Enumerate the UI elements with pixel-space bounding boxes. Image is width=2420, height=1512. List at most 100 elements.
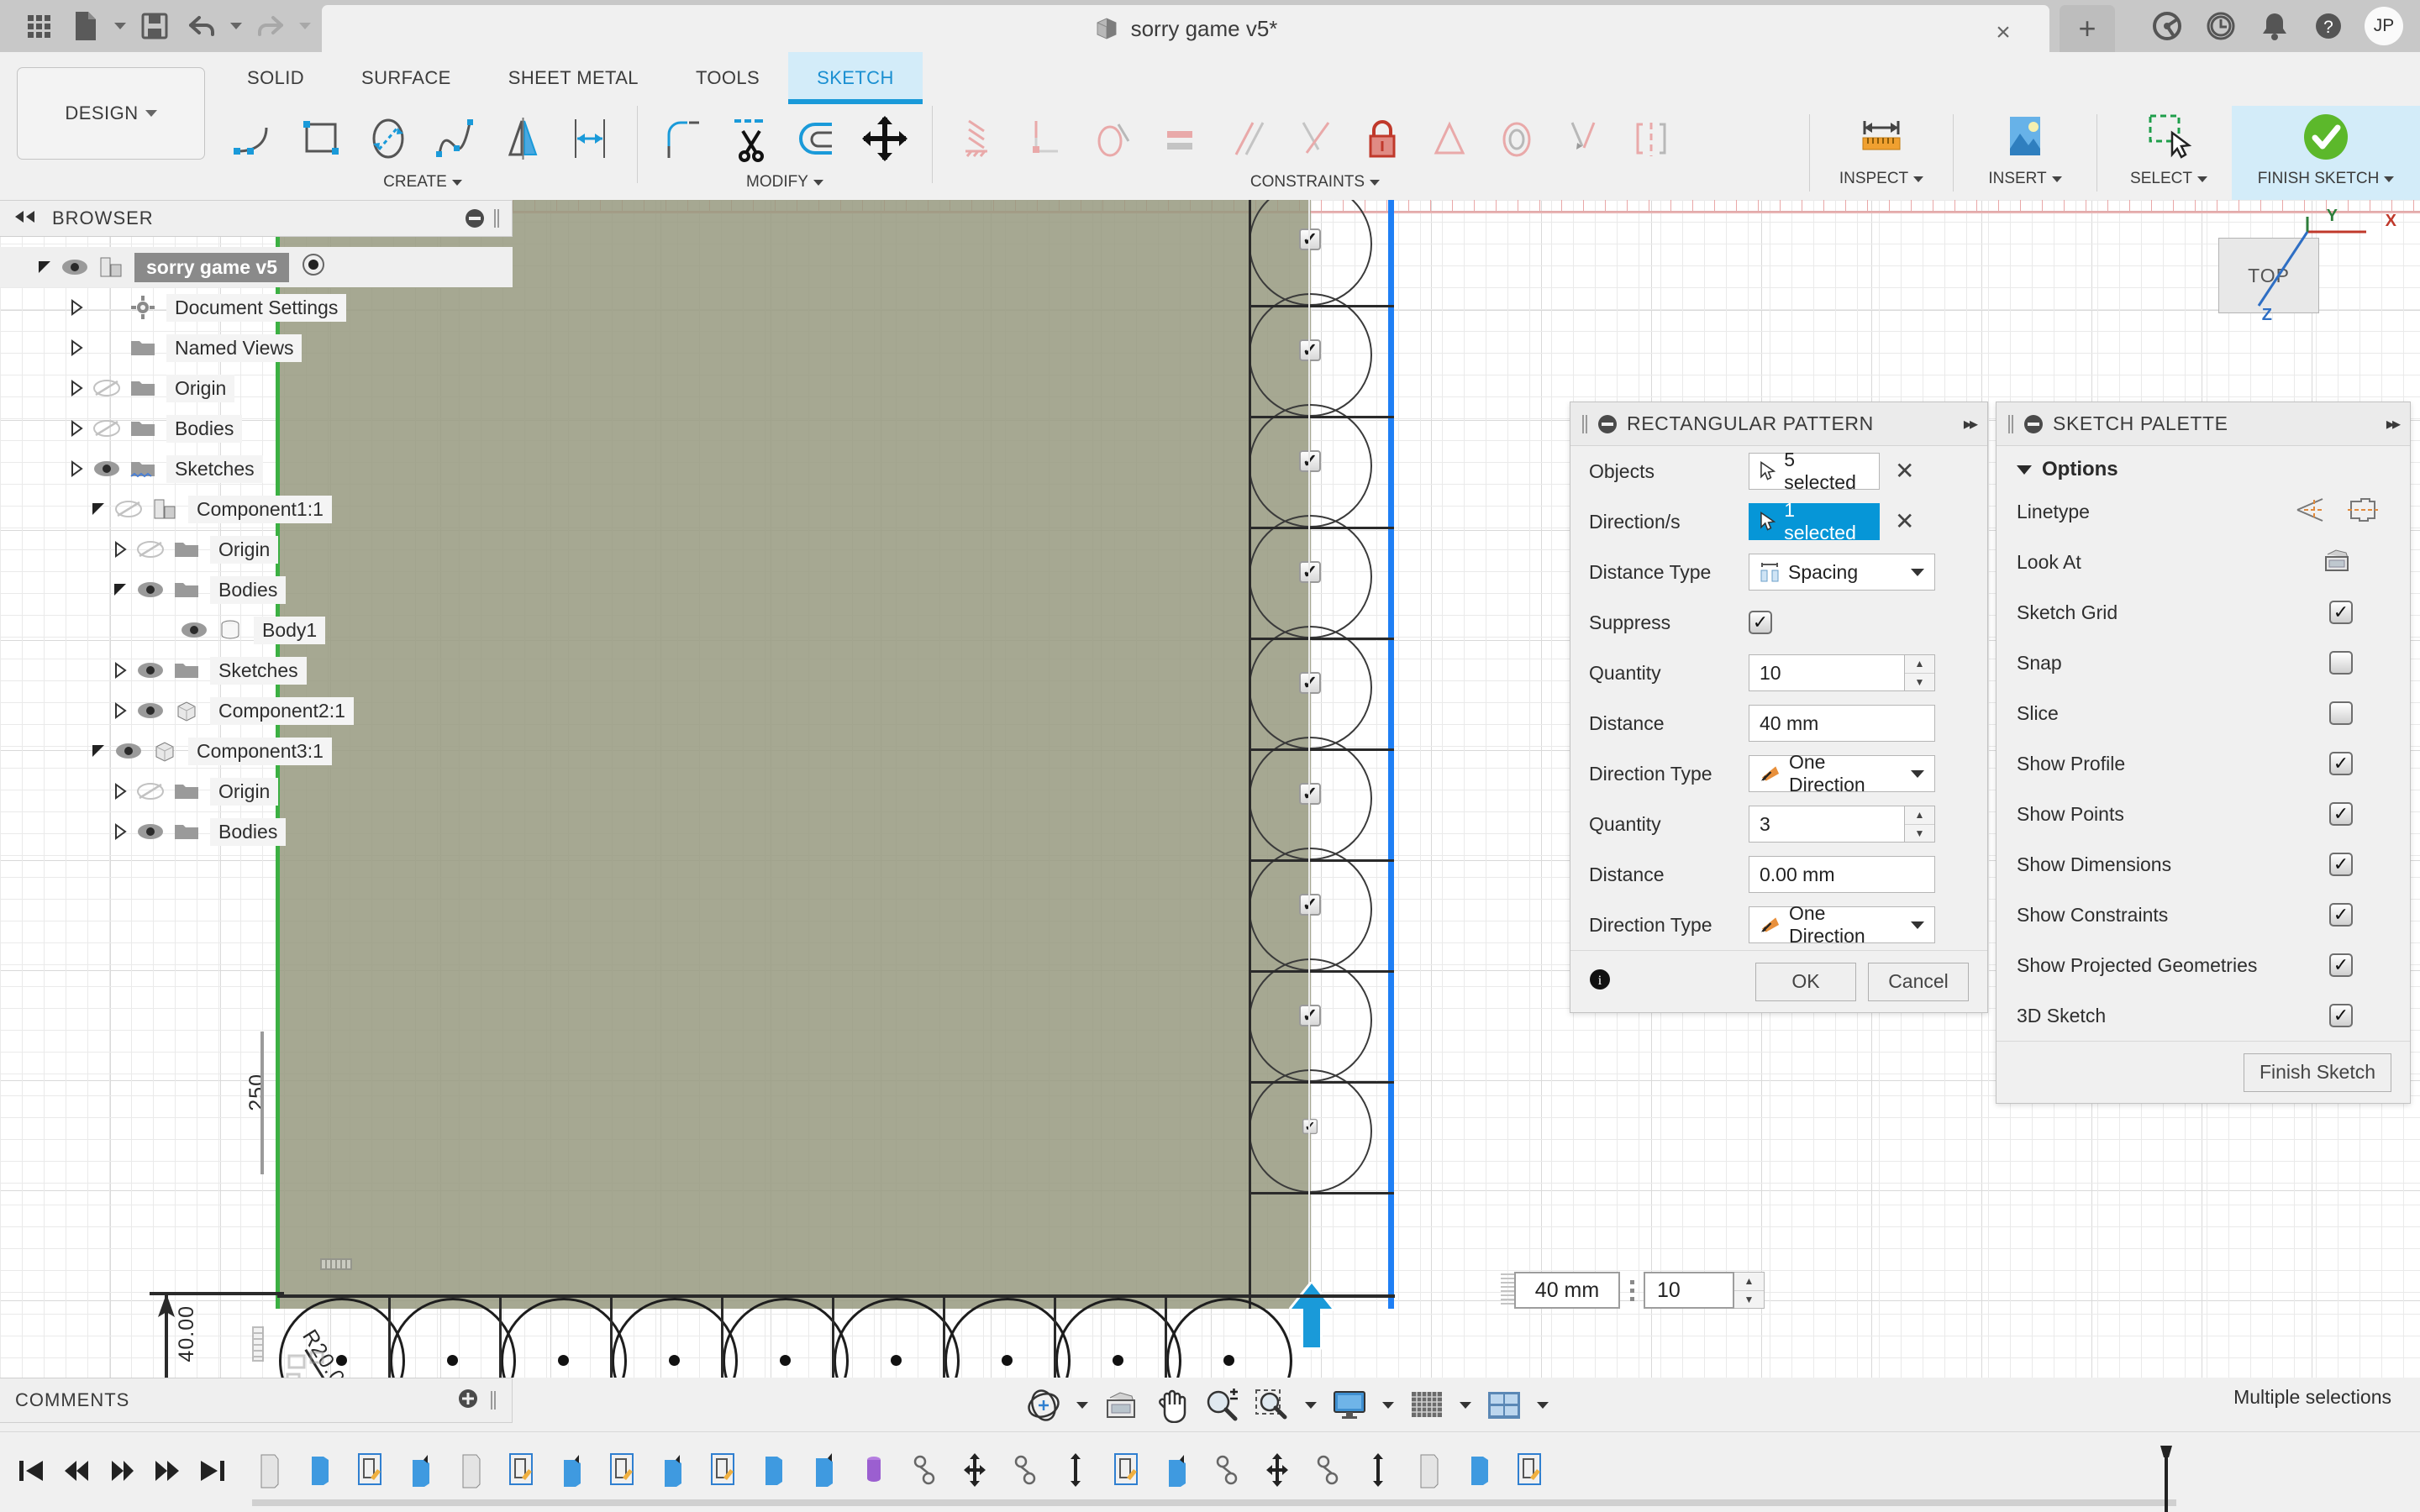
- checkbox-constraint[interactable]: ✓: [1299, 783, 1321, 805]
- undo-icon[interactable]: [178, 0, 225, 52]
- checkbox-constraint[interactable]: ✓: [1299, 450, 1321, 472]
- show-constraints-checkbox[interactable]: ✓: [2329, 903, 2353, 927]
- twisty-right-icon[interactable]: [109, 783, 131, 800]
- show-projected-geometries-checkbox[interactable]: ✓: [2329, 953, 2353, 977]
- timeline-feature-sketch-edit[interactable]: [697, 1444, 748, 1496]
- grid-apps-icon[interactable]: [15, 0, 62, 52]
- timeline-feature-extrude[interactable]: [1151, 1444, 1202, 1496]
- suppress-checkbox[interactable]: ✓: [1749, 611, 1772, 634]
- checkbox-constraint[interactable]: ✓: [1299, 894, 1321, 916]
- close-icon[interactable]: ×: [1989, 18, 2018, 47]
- eye-on-icon[interactable]: [109, 742, 148, 760]
- stepper-down-icon[interactable]: ▼: [1905, 674, 1934, 691]
- eye-on-icon[interactable]: [131, 701, 170, 720]
- checkbox-constraint[interactable]: ✓: [1299, 228, 1321, 250]
- twisty-right-icon[interactable]: [109, 541, 131, 558]
- dimension-vertical[interactable]: 250: [245, 1074, 270, 1111]
- linetype-construction-icon[interactable]: [2348, 496, 2378, 528]
- dialog-grip[interactable]: [2008, 414, 2014, 433]
- info-icon[interactable]: i: [1589, 969, 1611, 995]
- clear-directions-icon[interactable]: ✕: [1895, 510, 1914, 533]
- tab-tools[interactable]: TOOLS: [667, 52, 788, 104]
- center-point[interactable]: [1002, 1355, 1013, 1366]
- finish-sketch-button[interactable]: Finish Sketch: [2244, 1053, 2391, 1092]
- center-point[interactable]: [891, 1355, 902, 1366]
- dimension-constraint-icon[interactable]: [249, 1326, 267, 1367]
- tree-item-component1[interactable]: Component1:1: [0, 489, 513, 529]
- tree-item-component2[interactable]: Component2:1: [0, 690, 513, 731]
- tangent-icon[interactable]: [1081, 108, 1146, 170]
- stepper-down-icon[interactable]: ▼: [1905, 825, 1934, 843]
- collinear-icon[interactable]: [1417, 108, 1482, 170]
- panel-finish-sketch[interactable]: FINISH SKETCH: [2232, 106, 2420, 200]
- fillet-icon[interactable]: [651, 108, 717, 170]
- dialog-grip[interactable]: [1582, 414, 1588, 433]
- options-section-header[interactable]: Options: [1996, 446, 2410, 486]
- dimension-constraint-icon[interactable]: [319, 1254, 353, 1277]
- new-file-dropdown-caret-icon[interactable]: [109, 0, 131, 52]
- activate-component-radio[interactable]: [301, 252, 326, 282]
- input-handle-dots[interactable]: [1620, 1279, 1644, 1301]
- tree-item-sketches-2[interactable]: Sketches: [0, 650, 513, 690]
- look-at-icon[interactable]: [1097, 1382, 1144, 1429]
- twisty-right-icon[interactable]: [109, 702, 131, 719]
- circle-icon[interactable]: [356, 108, 422, 170]
- snap-checkbox[interactable]: ✓: [2329, 651, 2353, 675]
- tree-item-origin-3[interactable]: Origin: [0, 771, 513, 811]
- spline-icon[interactable]: [424, 108, 489, 170]
- play-icon[interactable]: [103, 1447, 141, 1494]
- linetype-normal-icon[interactable]: [2296, 496, 2326, 528]
- center-point[interactable]: [669, 1355, 680, 1366]
- panel-select[interactable]: SELECT: [2106, 106, 2232, 200]
- checkbox-constraint[interactable]: ✓: [1299, 1005, 1321, 1026]
- panel-inspect-label[interactable]: INSPECT: [1839, 170, 1924, 188]
- panel-grip[interactable]: [491, 1391, 497, 1410]
- fix-lock-icon[interactable]: [1349, 108, 1415, 170]
- twisty-down-icon[interactable]: [87, 743, 109, 759]
- viewports-icon[interactable]: [1481, 1382, 1528, 1429]
- quantity-1-stepper[interactable]: ▲ ▼: [1905, 654, 1935, 691]
- timeline-feature-sketch[interactable]: [244, 1444, 294, 1496]
- tree-item-bodies-2[interactable]: Bodies: [0, 570, 513, 610]
- curvature-icon[interactable]: [1551, 108, 1617, 170]
- panel-modify-label[interactable]: MODIFY: [746, 173, 823, 192]
- minimize-icon[interactable]: [466, 209, 484, 228]
- stepper-down-icon[interactable]: ▼: [1734, 1291, 1764, 1309]
- timeline-feature-sketch-edit[interactable]: [496, 1444, 546, 1496]
- zoom-window-icon[interactable]: [1249, 1382, 1296, 1429]
- clear-objects-icon[interactable]: ✕: [1895, 459, 1914, 483]
- twisty-right-icon[interactable]: [66, 299, 87, 316]
- tree-item-document-settings[interactable]: Document Settings: [0, 287, 513, 328]
- timeline-feature-move[interactable]: [1252, 1444, 1302, 1496]
- eye-on-icon[interactable]: [87, 459, 126, 478]
- eye-on-icon[interactable]: [131, 580, 170, 599]
- show-points-checkbox[interactable]: ✓: [2329, 802, 2353, 826]
- eye-on-icon[interactable]: [55, 258, 94, 276]
- eye-on-icon[interactable]: [131, 661, 170, 680]
- quantity-2-stepper[interactable]: ▲ ▼: [1905, 806, 1935, 843]
- pin-right-icon[interactable]: ▸▸: [2386, 413, 2401, 434]
- timeline-feature-sketch-edit[interactable]: [597, 1444, 647, 1496]
- avatar[interactable]: JP: [2365, 7, 2403, 45]
- sketch-grid-checkbox[interactable]: ✓: [2329, 601, 2353, 624]
- center-point[interactable]: [558, 1355, 569, 1366]
- go-to-beginning-icon[interactable]: [12, 1447, 50, 1494]
- redo-dropdown-caret-icon[interactable]: [294, 0, 316, 52]
- tab-solid[interactable]: SOLID: [218, 52, 333, 104]
- grid-settings-icon[interactable]: [1403, 1382, 1450, 1429]
- pin-right-icon[interactable]: ▸▸: [1964, 413, 1978, 434]
- show-profile-checkbox[interactable]: ✓: [2329, 752, 2353, 775]
- rectangle-icon[interactable]: [289, 108, 355, 170]
- panel-constraints-label[interactable]: CONSTRAINTS: [1250, 173, 1381, 192]
- twisty-down-icon[interactable]: [34, 259, 55, 276]
- panel-inspect[interactable]: INSPECT: [1818, 106, 1944, 200]
- dialog-header[interactable]: RECTANGULAR PATTERN ▸▸: [1570, 402, 1987, 446]
- eye-off-icon[interactable]: [87, 419, 126, 438]
- collapse-left-icon[interactable]: [12, 209, 37, 228]
- timeline-feature-sketch-edit[interactable]: [1101, 1444, 1151, 1496]
- concentric-icon[interactable]: [1484, 108, 1549, 170]
- direction-arrow-up-icon[interactable]: [1288, 1281, 1335, 1355]
- tree-item-bodies-3[interactable]: Bodies: [0, 811, 513, 852]
- timeline-feature-extrude[interactable]: [748, 1444, 798, 1496]
- center-point[interactable]: [447, 1355, 458, 1366]
